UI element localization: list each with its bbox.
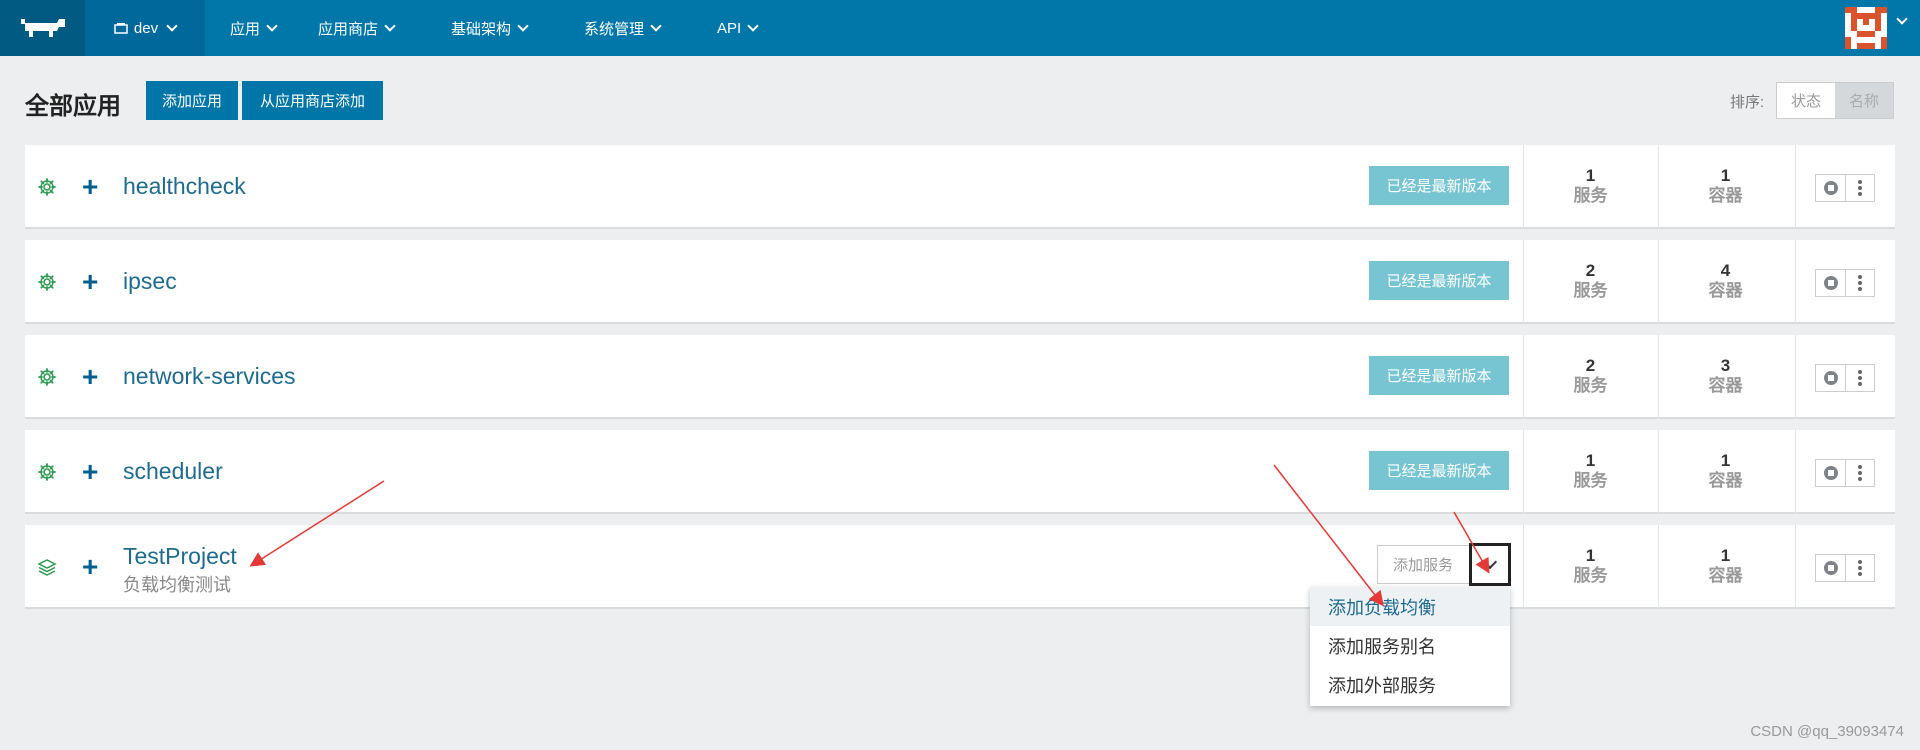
layers-icon [37, 557, 57, 577]
nav-catalog[interactable]: 应用商店 [318, 0, 396, 56]
rancher-logo[interactable] [0, 0, 85, 56]
chevron-down-icon [384, 19, 396, 32]
stack-description: 负载均衡测试 [123, 575, 231, 595]
expand-plus-icon[interactable]: + [82, 547, 98, 587]
services-count: 1 服务 [1573, 546, 1608, 586]
environment-icon [114, 23, 128, 34]
more-actions-button[interactable] [1845, 365, 1874, 391]
expand-plus-icon[interactable]: + [82, 262, 98, 302]
column-divider [1795, 335, 1796, 419]
environment-name: dev [133, 19, 159, 37]
up-to-date-badge[interactable]: 已经是最新版本 [1369, 451, 1509, 490]
row-actions [1815, 269, 1875, 297]
services-count: 2 服务 [1573, 261, 1608, 301]
nav-api[interactable]: API [717, 0, 759, 56]
gear-icon [37, 272, 57, 292]
stack-name-link[interactable]: ipsec [123, 268, 177, 295]
services-count: 2 服务 [1573, 356, 1608, 396]
chevron-down-icon [650, 19, 662, 32]
stack-row: + scheduler 已经是最新版本 1 服务 1 容器 [25, 430, 1895, 514]
gear-icon [37, 462, 57, 482]
stop-icon [1823, 181, 1838, 195]
add-external-service-item[interactable]: 添加外部服务 [1310, 665, 1510, 704]
add-app-button[interactable]: 添加应用 [146, 81, 238, 120]
stack-row: + TestProject 负载均衡测试 添加服务 1 服务 1 容器 [25, 525, 1895, 609]
chevron-down-icon [266, 19, 278, 32]
stop-icon [1823, 466, 1838, 480]
add-service-caret-button[interactable] [1469, 543, 1511, 586]
page-title: 全部应用 [25, 93, 121, 120]
add-service-split-button: 添加服务 [1377, 543, 1511, 586]
stack-row: + healthcheck 已经是最新版本 1 服务 1 容器 [25, 145, 1895, 229]
add-from-catalog-button[interactable]: 从应用商店添加 [242, 81, 383, 120]
more-actions-button[interactable] [1845, 555, 1874, 581]
chevron-down-icon [517, 19, 529, 32]
row-actions [1815, 554, 1875, 582]
gear-icon [37, 367, 57, 387]
gear-icon [37, 177, 57, 197]
stack-name-link[interactable]: healthcheck [123, 173, 246, 200]
more-actions-button[interactable] [1845, 270, 1874, 296]
stop-button[interactable] [1816, 175, 1845, 201]
nav-infrastructure[interactable]: 基础架构 [451, 0, 529, 56]
stop-icon [1823, 276, 1838, 290]
kebab-icon [1858, 180, 1862, 196]
nav-admin[interactable]: 系统管理 [584, 0, 662, 56]
stop-icon [1823, 371, 1838, 385]
column-divider [1795, 430, 1796, 514]
expand-plus-icon[interactable]: + [82, 357, 98, 397]
add-service-dropdown: 添加负载均衡 添加服务别名 添加外部服务 [1310, 587, 1510, 706]
expand-plus-icon[interactable]: + [82, 167, 98, 207]
stop-button[interactable] [1816, 270, 1845, 296]
row-actions [1815, 459, 1875, 487]
up-to-date-badge[interactable]: 已经是最新版本 [1369, 166, 1509, 205]
stop-icon [1823, 561, 1838, 575]
containers-count: 4 容器 [1708, 261, 1743, 301]
add-load-balancer-item[interactable]: 添加负载均衡 [1310, 587, 1510, 626]
row-actions [1815, 364, 1875, 392]
stack-name-link[interactable]: TestProject [123, 543, 237, 570]
top-nav: dev 应用 应用商店 基础架构 系统管理 API [0, 0, 1920, 56]
column-divider [1795, 525, 1796, 609]
row-actions [1815, 174, 1875, 202]
sort-toggle: 状态 名称 [1776, 82, 1894, 119]
kebab-icon [1858, 560, 1862, 576]
chevron-down-icon [747, 19, 759, 32]
nav-apps[interactable]: 应用 [230, 0, 278, 56]
containers-count: 1 容器 [1708, 546, 1743, 586]
environment-switcher[interactable]: dev [85, 0, 205, 56]
stack-name-link[interactable]: network-services [123, 363, 296, 390]
services-count: 1 服务 [1573, 451, 1608, 491]
chevron-down-icon [166, 19, 178, 32]
more-actions-button[interactable] [1845, 175, 1874, 201]
chevron-down-icon[interactable] [1896, 13, 1908, 25]
up-to-date-badge[interactable]: 已经是最新版本 [1369, 356, 1509, 395]
stack-row: + ipsec 已经是最新版本 2 服务 4 容器 [25, 240, 1895, 324]
containers-count: 1 容器 [1708, 451, 1743, 491]
containers-count: 1 容器 [1708, 166, 1743, 206]
stop-button[interactable] [1816, 460, 1845, 486]
more-actions-button[interactable] [1845, 460, 1874, 486]
up-to-date-badge[interactable]: 已经是最新版本 [1369, 261, 1509, 300]
chevron-down-icon [1482, 554, 1498, 569]
watermark: CSDN @qq_39093474 [1750, 723, 1904, 740]
add-service-button[interactable]: 添加服务 [1378, 546, 1468, 583]
stop-button[interactable] [1816, 365, 1845, 391]
kebab-icon [1858, 465, 1862, 481]
sort-label: 排序: [1730, 94, 1765, 111]
sort-by-name-button[interactable]: 名称 [1835, 83, 1893, 118]
sort-by-state-button[interactable]: 状态 [1777, 83, 1835, 118]
column-divider [1795, 145, 1796, 229]
expand-plus-icon[interactable]: + [82, 452, 98, 492]
column-divider [1795, 240, 1796, 324]
add-service-alias-item[interactable]: 添加服务别名 [1310, 626, 1510, 665]
kebab-icon [1858, 370, 1862, 386]
containers-count: 3 容器 [1708, 356, 1743, 396]
kebab-icon [1858, 275, 1862, 291]
stack-name-link[interactable]: scheduler [123, 458, 223, 485]
stack-row: + network-services 已经是最新版本 2 服务 3 容器 [25, 335, 1895, 419]
stop-button[interactable] [1816, 555, 1845, 581]
user-avatar[interactable] [1845, 7, 1887, 49]
services-count: 1 服务 [1573, 166, 1608, 206]
